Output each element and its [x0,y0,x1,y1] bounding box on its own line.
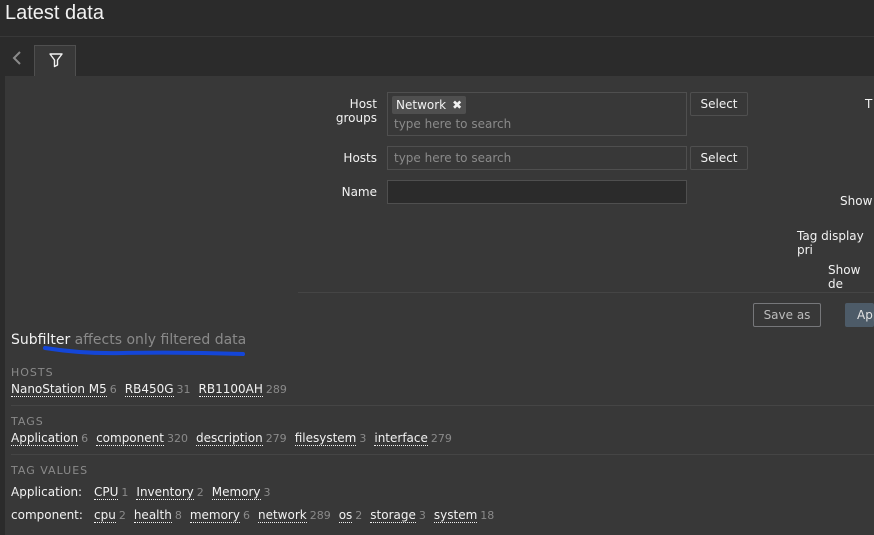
subfilter-tag-value-item[interactable]: memory 6 [189,508,250,523]
subfilter-host-item[interactable]: RB1100AH 289 [198,382,287,397]
page-title: Latest data [5,2,104,24]
page-header: Latest data [0,0,874,37]
subfilter-host-item[interactable]: RB450G 31 [124,382,191,397]
hosts-subfilter-row: NanoStation M5 6 RB450G 31 RB1100AH 289 [11,382,287,397]
right-label-2: Show [840,194,873,208]
apply-button[interactable]: App [845,303,874,327]
remove-chip-icon[interactable]: ✖ [452,96,462,114]
subfilter-host-item[interactable]: NanoStation M5 6 [11,382,117,397]
filter-divider [298,292,874,293]
subfilter-tag-item[interactable]: interface 279 [374,431,452,446]
filter-tabbar [0,37,874,77]
section-divider [11,405,874,406]
tag-values-application-row: Application: CPU 1 Inventory 2 Memory 3 [11,485,271,500]
subfilter-tag-value-item[interactable]: storage 3 [370,508,426,523]
host-group-chip-label: Network [396,98,447,112]
tag-values-component-row: component: cpu 2 health 8 memory 6 network 2… [11,508,494,523]
chevron-left-icon [12,51,21,65]
subfilter-tag-value-item[interactable]: network 289 [257,508,331,523]
right-label-4: Show de [828,263,861,291]
hosts-select-button[interactable]: Select [690,146,748,170]
tag-values-section-title: TAG VALUES [11,464,89,477]
tag-values-component-label: component: [11,508,83,522]
subfilter-tag-item[interactable]: component 320 [96,431,188,446]
hosts-input[interactable]: type here to search [387,146,687,170]
host-groups-multiselect[interactable]: Network ✖ type here to search [387,92,687,136]
hosts-section-title: HOSTS [11,366,54,379]
tags-section-title: TAGS [11,415,44,428]
filter-icon [49,53,63,68]
subfilter-tag-item[interactable]: Application 6 [11,431,88,446]
subfilter-tag-value-item[interactable]: system 18 [433,508,494,523]
hosts-label: Hosts [343,151,377,165]
subfilter-tag-value-item[interactable]: cpu 2 [94,508,126,523]
collapse-filter-button[interactable] [6,45,28,71]
host-groups-select-button[interactable]: Select [690,92,748,116]
subfilter-tag-value-item[interactable]: health 8 [133,508,182,523]
host-groups-label: Host groups [335,97,377,125]
save-as-button[interactable]: Save as [753,303,821,327]
tab-filter[interactable] [34,45,76,76]
section-divider [11,454,874,455]
hand-drawn-underline [43,346,245,356]
host-group-chip: Network ✖ [392,96,467,114]
host-groups-placeholder[interactable]: type here to search [394,117,511,131]
filter-panel: Host groups Network ✖ type here to searc… [5,76,874,535]
tag-values-application-label: Application: [11,485,83,499]
hosts-placeholder: type here to search [394,151,512,165]
name-input[interactable] [387,180,687,204]
right-label-1: T [865,97,873,111]
subfilter-tag-value-item[interactable]: Memory 3 [211,485,271,500]
subfilter-tag-value-item[interactable]: os 2 [338,508,362,523]
subfilter-tag-value-item[interactable]: CPU 1 [94,485,128,500]
subfilter-tag-item[interactable]: description 279 [195,431,287,446]
subfilter-tag-item[interactable]: filesystem 3 [294,431,366,446]
tag-display-priority-label: Tag display pri [797,229,864,257]
subfilter-tag-value-item[interactable]: Inventory 2 [136,485,204,500]
name-label: Name [341,185,377,199]
tags-subfilter-row: Application 6 component 320 description 279… [11,431,452,446]
